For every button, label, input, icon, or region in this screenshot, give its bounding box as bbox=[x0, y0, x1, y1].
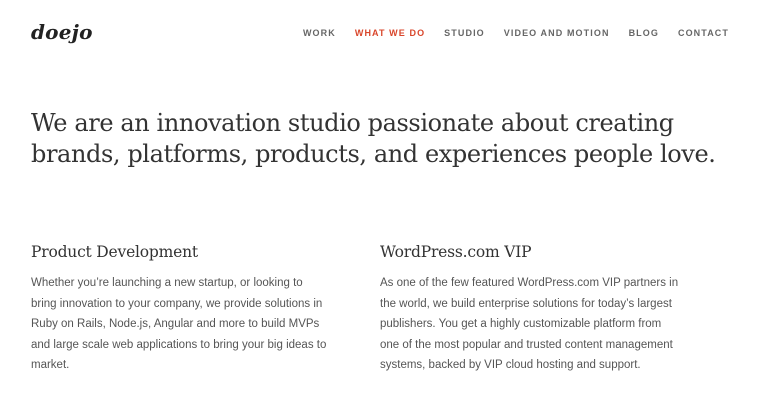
main-nav: WORK WHAT WE DO STUDIO VIDEO AND MOTION … bbox=[303, 28, 729, 38]
nav-what-we-do[interactable]: WHAT WE DO bbox=[355, 28, 425, 38]
service-description: As one of the few featured WordPress.com… bbox=[380, 277, 679, 371]
hero-line-2: brands, platforms, products, and experie… bbox=[31, 140, 716, 168]
service-title: Product Development bbox=[31, 243, 198, 261]
nav-contact[interactable]: CONTACT bbox=[678, 28, 729, 38]
service-wordpress-vip: WordPress.com VIP As one of the few feat… bbox=[380, 240, 680, 376]
service-title: WordPress.com VIP bbox=[380, 243, 532, 261]
hero-line-1: We are an innovation studio passionate a… bbox=[31, 109, 674, 137]
doejo-logo[interactable]: doejo bbox=[31, 20, 93, 44]
nav-studio[interactable]: STUDIO bbox=[444, 28, 485, 38]
hero-headline: We are an innovation studio passionate a… bbox=[31, 108, 731, 170]
nav-blog[interactable]: BLOG bbox=[629, 28, 659, 38]
service-product-development: Product Development Whether you’re launc… bbox=[31, 240, 331, 376]
nav-work[interactable]: WORK bbox=[303, 28, 336, 38]
nav-video-and-motion[interactable]: VIDEO AND MOTION bbox=[504, 28, 610, 38]
service-description: Whether you’re launching a new startup, … bbox=[31, 277, 327, 371]
